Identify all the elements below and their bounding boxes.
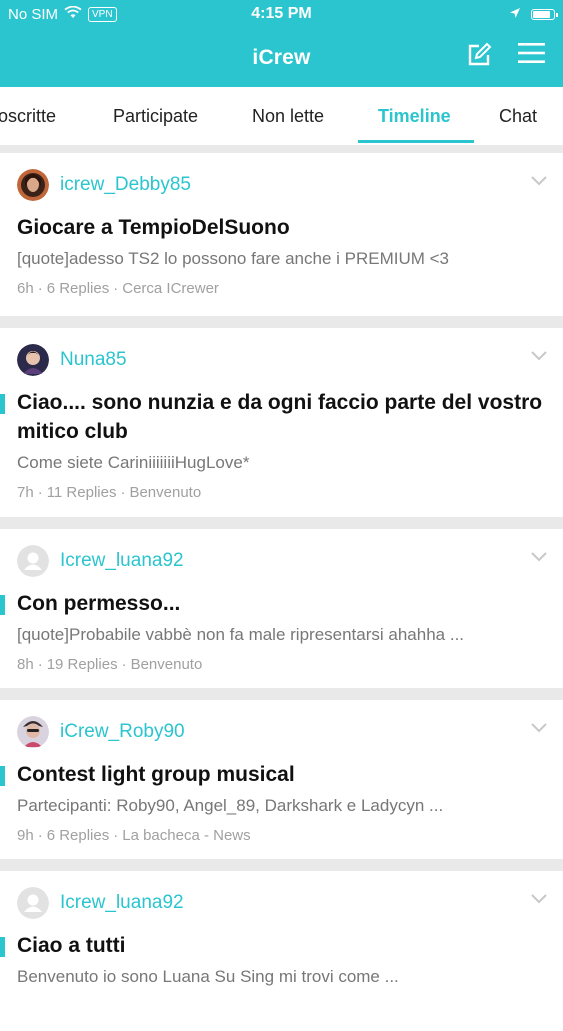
battery-level-fill: [533, 10, 550, 18]
app-title: iCrew: [252, 45, 311, 69]
hamburger-menu-icon[interactable]: [518, 42, 545, 68]
post-card[interactable]: Nuna85 Ciao.... sono nunzia e da ogni fa…: [0, 328, 563, 517]
post-meta: 8h · 19 Replies · Benvenuto: [17, 656, 203, 673]
post-snippet: Come siete CariniiiiiiiHugLove*: [17, 453, 250, 472]
nav-bar: iCrew: [0, 28, 563, 87]
post-time: 6h: [17, 280, 34, 297]
post-card[interactable]: Icrew_luana92 Con permesso... [quote]Pro…: [0, 529, 563, 688]
post-title[interactable]: Ciao.... sono nunzia e da ogni faccio pa…: [17, 388, 545, 446]
tab-iscritte[interactable]: oscritte: [0, 87, 56, 145]
active-tab-indicator: [358, 140, 474, 143]
post-time: 9h: [17, 827, 34, 844]
post-replies: 11 Replies: [46, 484, 117, 501]
post-time: 8h: [17, 656, 34, 673]
tab-non-lette[interactable]: Non lette: [252, 87, 324, 145]
tab-bar: oscritte Participate Non lette Timeline …: [0, 87, 563, 145]
post-replies: 6 Replies: [46, 827, 110, 844]
post-title[interactable]: Ciao a tutti: [17, 931, 545, 960]
post-card[interactable]: icrew_Debby85 Giocare a TempioDelSuono […: [0, 153, 563, 316]
app-header: No SIM VPN 4:15 PM iCrew: [0, 0, 563, 87]
avatar[interactable]: [17, 169, 49, 201]
status-bar: No SIM VPN 4:15 PM: [0, 0, 563, 28]
vpn-badge: VPN: [88, 6, 117, 22]
post-meta: 6h · 6 Replies · Cerca ICrewer: [17, 280, 219, 297]
post-meta: 7h · 11 Replies · Benvenuto: [17, 484, 202, 501]
chevron-down-icon[interactable]: [531, 891, 547, 909]
chevron-down-icon[interactable]: [531, 549, 547, 567]
post-forum: Benvenuto: [129, 484, 202, 501]
chevron-down-icon[interactable]: [531, 173, 547, 191]
post-author[interactable]: Icrew_luana92: [60, 550, 184, 572]
post-meta: 9h · 6 Replies · La bacheca - News: [17, 827, 251, 844]
post-forum: Benvenuto: [130, 656, 203, 673]
post-forum: Cerca ICrewer: [122, 280, 219, 297]
avatar[interactable]: [17, 887, 49, 919]
post-author[interactable]: Icrew_luana92: [60, 892, 184, 914]
avatar[interactable]: [17, 344, 49, 376]
post-author[interactable]: icrew_Debby85: [60, 174, 191, 196]
chevron-down-icon[interactable]: [531, 348, 547, 366]
post-forum: La bacheca - News: [122, 827, 251, 844]
post-title[interactable]: Giocare a TempioDelSuono: [17, 213, 545, 242]
post-snippet: [quote]adesso TS2 lo possono fare anche …: [17, 249, 450, 268]
post-author[interactable]: Nuna85: [60, 349, 127, 371]
avatar[interactable]: [17, 716, 49, 748]
wifi-icon: [64, 5, 82, 23]
timeline-feed: icrew_Debby85 Giocare a TempioDelSuono […: [0, 145, 563, 1031]
tab-chat[interactable]: Chat: [499, 87, 537, 145]
chevron-down-icon[interactable]: [531, 720, 547, 738]
post-replies: 6 Replies: [46, 280, 110, 297]
post-card[interactable]: Icrew_luana92 Ciao a tutti Benvenuto io …: [0, 871, 563, 1031]
post-time: 7h: [17, 484, 34, 501]
post-title[interactable]: Con permesso...: [17, 589, 545, 618]
tab-timeline[interactable]: Timeline: [378, 87, 451, 145]
tab-participate[interactable]: Participate: [113, 87, 198, 145]
post-snippet: Benvenuto io sono Luana Su Sing mi trovi…: [17, 967, 399, 986]
post-card[interactable]: iCrew_Roby90 Contest light group musical…: [0, 700, 563, 859]
carrier-label: No SIM: [8, 5, 59, 23]
location-arrow-icon: [509, 6, 521, 23]
avatar[interactable]: [17, 545, 49, 577]
post-replies: 19 Replies: [46, 656, 118, 673]
post-author[interactable]: iCrew_Roby90: [60, 721, 185, 743]
post-title[interactable]: Contest light group musical: [17, 760, 545, 789]
compose-icon[interactable]: [466, 42, 492, 68]
battery-icon: [531, 8, 558, 20]
post-snippet: [quote]Probabile vabbè non fa male ripre…: [17, 625, 465, 644]
post-snippet: Partecipanti: Roby90, Angel_89, Darkshar…: [17, 796, 444, 815]
